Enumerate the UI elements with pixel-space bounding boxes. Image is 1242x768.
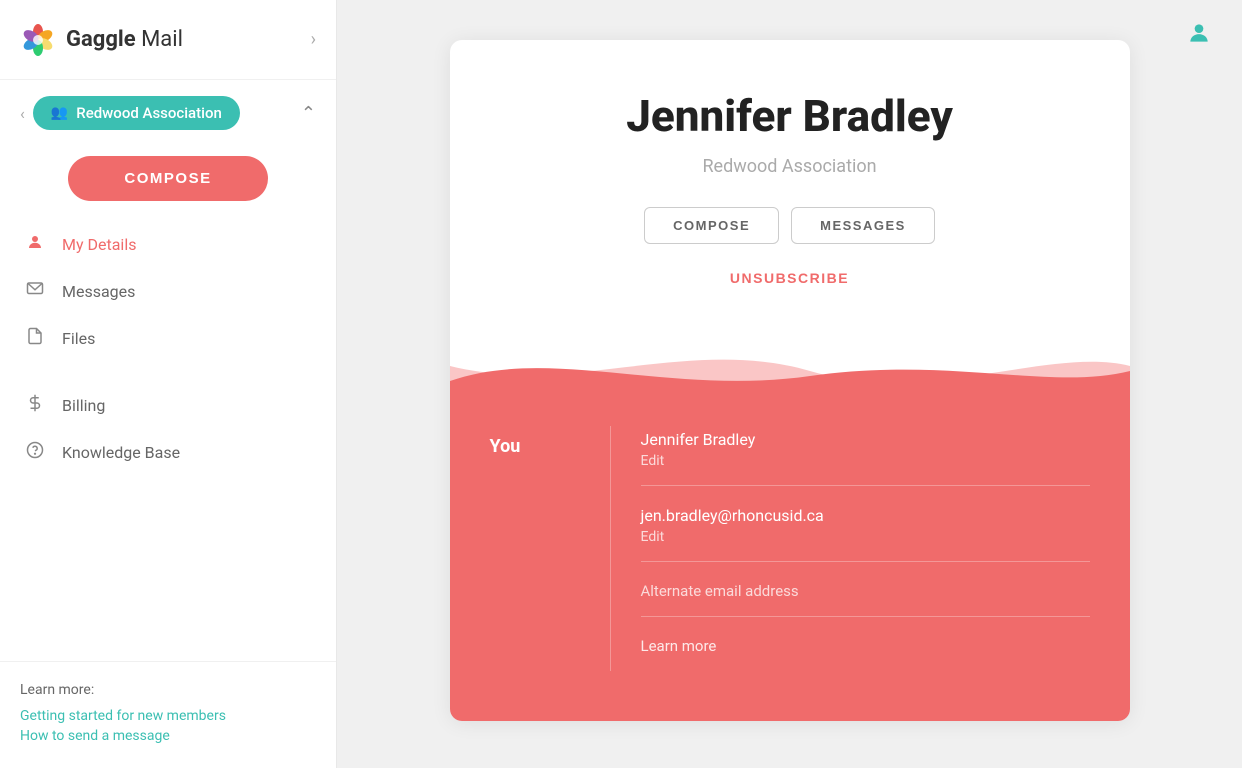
learn-more-link-how-to-send[interactable]: How to send a message — [20, 728, 316, 744]
sidebar-item-label: My Details — [62, 235, 136, 254]
group-icon: 👥 — [51, 105, 68, 121]
compose-action-button[interactable]: COMPOSE — [644, 207, 779, 244]
sidebar-item-billing[interactable]: Billing — [10, 382, 326, 429]
compose-btn-container: COMPOSE — [0, 146, 336, 221]
sidebar-item-knowledge-base[interactable]: Knowledge Base — [10, 429, 326, 476]
main-content: Jennifer Bradley Redwood Association COM… — [337, 0, 1242, 768]
alternate-email-placeholder: Alternate email address — [641, 582, 1090, 600]
sidebar-item-label: Billing — [62, 396, 105, 415]
app-name: Gaggle Mail — [66, 27, 183, 52]
learn-more-field: Learn more — [641, 637, 1090, 671]
alternate-email-field: Alternate email address — [641, 582, 1090, 617]
dollar-icon — [24, 394, 46, 417]
person-icon — [24, 233, 46, 256]
email-field: jen.bradley@rhoncusid.ca Edit — [641, 506, 1090, 562]
learn-more-link-card[interactable]: Learn more — [641, 637, 1090, 655]
wave-decoration — [450, 326, 1130, 406]
wave-section — [450, 326, 1130, 406]
card-top: Jennifer Bradley Redwood Association COM… — [450, 40, 1130, 326]
details-col: Jennifer Bradley Edit jen.bradley@rhoncu… — [611, 406, 1090, 691]
gaggle-logo-icon — [20, 22, 56, 58]
user-account-button[interactable] — [1186, 20, 1212, 53]
sidebar-item-messages[interactable]: Messages — [10, 268, 326, 315]
sidebar-item-files[interactable]: Files — [10, 315, 326, 362]
name-field: Jennifer Bradley Edit — [641, 430, 1090, 486]
sidebar-header: Gaggle Mail › — [0, 0, 336, 80]
nav-menu: My Details Messages Files Billing Knowl — [0, 221, 336, 476]
sidebar-item-label: Knowledge Base — [62, 443, 180, 462]
sidebar-footer: Learn more: Getting started for new memb… — [0, 661, 336, 768]
profile-card: Jennifer Bradley Redwood Association COM… — [450, 40, 1130, 721]
card-actions: COMPOSE MESSAGES — [490, 207, 1090, 244]
group-label: Redwood Association — [76, 104, 222, 122]
question-icon — [24, 441, 46, 464]
learn-more-label: Learn more: — [20, 682, 316, 698]
learn-more-link-getting-started[interactable]: Getting started for new members — [20, 708, 316, 724]
group-chevron-icon[interactable]: ⌃ — [301, 103, 316, 124]
group-selector-row: ‹ 👥 Redwood Association ⌃ — [0, 80, 336, 146]
sidebar-collapse-button[interactable]: › — [311, 29, 316, 50]
message-icon — [24, 280, 46, 303]
sidebar-item-label: Files — [62, 329, 95, 348]
sidebar: Gaggle Mail › ‹ 👥 Redwood Association ⌃ … — [0, 0, 337, 768]
group-badge[interactable]: 👥 Redwood Association — [33, 96, 240, 130]
profile-name: Jennifer Bradley — [490, 90, 1090, 142]
card-bottom: You Jennifer Bradley Edit jen.bradley@rh… — [450, 406, 1130, 721]
you-label: You — [490, 406, 610, 691]
logo: Gaggle Mail — [20, 22, 183, 58]
email-value: jen.bradley@rhoncusid.ca — [641, 506, 1090, 525]
sidebar-item-label: Messages — [62, 282, 135, 301]
unsubscribe-button[interactable]: UNSUBSCRIBE — [730, 270, 849, 286]
email-edit-button[interactable]: Edit — [641, 529, 1090, 545]
file-icon — [24, 327, 46, 350]
name-edit-button[interactable]: Edit — [641, 453, 1090, 469]
messages-action-button[interactable]: MESSAGES — [791, 207, 935, 244]
sidebar-item-my-details[interactable]: My Details — [10, 221, 326, 268]
nav-separator — [10, 362, 326, 382]
compose-button[interactable]: COMPOSE — [68, 156, 268, 201]
name-value: Jennifer Bradley — [641, 430, 1090, 449]
profile-group: Redwood Association — [490, 156, 1090, 177]
group-prev-button[interactable]: ‹ — [20, 104, 25, 123]
